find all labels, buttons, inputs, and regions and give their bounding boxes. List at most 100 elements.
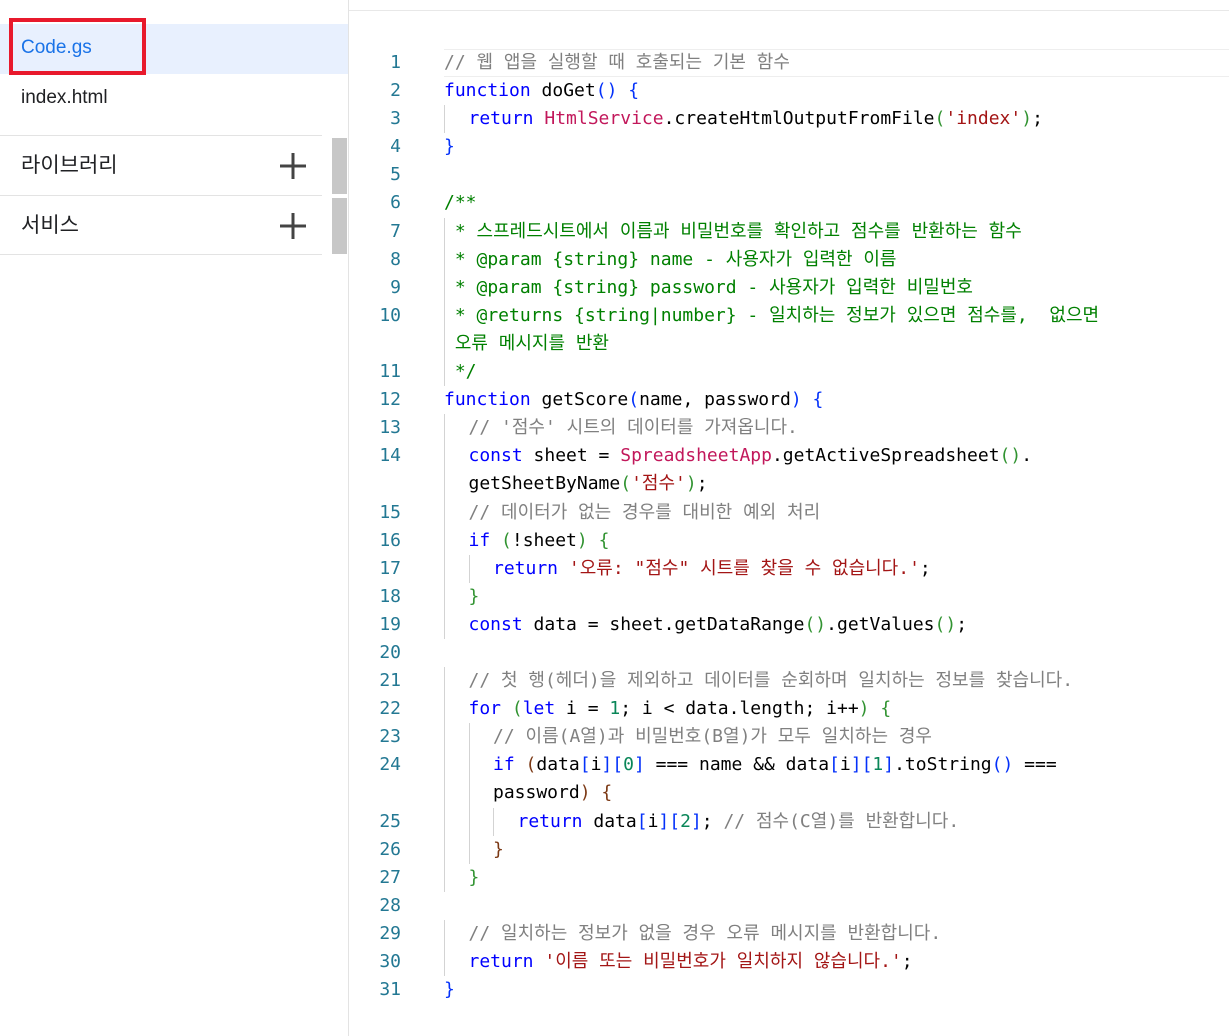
code-token: '오류: "점수" 시트를 찾을 수 없습니다.' — [568, 557, 920, 579]
indent-guide — [444, 526, 445, 555]
indent-guide — [468, 807, 470, 836]
code-line[interactable]: 22 for (let i = 1; i < data.length; i++) … — [349, 695, 1229, 724]
code-line[interactable]: 3 return HtmlService.createHtmlOutputFrom… — [349, 105, 1229, 134]
code-text: return '오류: "점수" 시트를 찾을 수 없습니다.'; — [493, 555, 931, 583]
sidebar-scrollbar[interactable] — [332, 198, 347, 254]
code-line[interactable]: 4} — [349, 133, 1229, 161]
code-token: ) — [1021, 108, 1033, 130]
code-line[interactable]: getSheetByName('점수'); — [349, 470, 1229, 499]
code-token: return — [468, 108, 534, 130]
code-token: ( — [501, 529, 512, 551]
code-token: '점수' — [631, 473, 686, 495]
code-line[interactable]: 19 const data = sheet.getDataRange().getV… — [349, 610, 1229, 639]
code-line[interactable]: 16 if (!sheet) { — [349, 526, 1229, 555]
code-line[interactable]: 10 * @returns {string|number} - 일치하는 정보가… — [349, 301, 1229, 330]
code-line[interactable]: 9 * @param {string} password - 사용자가 입력한 … — [349, 273, 1229, 302]
code-text: 오류 메시지를 반환 — [444, 330, 609, 358]
code-line[interactable]: 24 if (data[i][0] === name && data[i][1].… — [349, 751, 1229, 780]
indent-guide — [493, 807, 494, 836]
code-token: // 이름(A열)과 비밀번호(B열)가 모두 일치하는 경우 — [493, 726, 932, 748]
code-line[interactable]: password) { — [349, 779, 1229, 808]
code-line[interactable]: 6 /** — [349, 189, 1229, 217]
code-text: for (let i = 1; i < data.length; i++) { — [469, 695, 892, 723]
code-token: ; — [919, 557, 931, 579]
code-line[interactable]: 7 * 스프레드시트에서 이름과 비밀번호를 확인하고 점수를 반환하는 함수 — [349, 217, 1229, 246]
code-line[interactable]: 20 — [349, 639, 1229, 667]
line-number: 26 — [379, 838, 401, 860]
add-service-button[interactable] — [275, 209, 311, 243]
code-token: ] — [883, 754, 895, 776]
plus-icon — [280, 213, 306, 239]
code-line[interactable]: 5 — [349, 161, 1229, 189]
code-token: // 점수(C열)를 반환합니다. — [723, 810, 960, 832]
code-line[interactable]: 30 return '이름 또는 비밀번호가 일치하지 않습니다.'; — [349, 948, 1229, 977]
code-line[interactable]: 13 // '점수' 시트의 데이터를 가져옵니다. — [349, 414, 1229, 443]
sidebar-scrollbar[interactable] — [332, 138, 347, 194]
code-line[interactable]: 23 // 이름(A열)과 비밀번호(B열)가 모두 일치하는 경우 — [349, 723, 1229, 752]
code-line[interactable]: 2 function doGet() { — [349, 77, 1229, 105]
code-line[interactable]: 17 return '오류: "점수" 시트를 찾을 수 없습니다.'; — [349, 554, 1229, 583]
code-line[interactable]: 25 return data[i][2]; // 점수(C열)를 반환합니다. — [349, 807, 1229, 836]
code-text: /** — [444, 189, 477, 217]
code-token: ( — [620, 473, 632, 495]
code-token: () — [595, 80, 618, 102]
code-line[interactable]: 14 const sheet = SpreadsheetApp.getActive… — [349, 442, 1229, 471]
code-line[interactable]: 8 * @param {string} name - 사용자가 입력한 이름 — [349, 245, 1229, 274]
code-line[interactable]: 28 — [349, 892, 1229, 920]
code-text: return '이름 또는 비밀번호가 일치하지 않습니다.'; — [469, 948, 913, 976]
indent-guide — [444, 273, 445, 302]
code-text: * 스프레드시트에서 이름과 비밀번호를 확인하고 점수를 반환하는 함수 — [444, 218, 1022, 246]
indent-guide — [444, 779, 445, 808]
indent-guide — [444, 695, 445, 724]
code-line[interactable]: 29 // 일치하는 정보가 없을 경우 오류 메시지를 반환합니다. — [349, 919, 1229, 948]
code-token: ] — [850, 754, 862, 776]
file-item-code-gs[interactable]: Code.gs — [0, 24, 348, 74]
code-token: ; i < data.length; i++ — [620, 698, 859, 720]
code-line[interactable]: 1 // 웹 앱을 실행할 때 호출되는 기본 함수 — [349, 49, 1229, 78]
code-line[interactable]: 11 */ — [349, 358, 1229, 387]
line-number: 10 — [379, 304, 401, 326]
indent-guide — [444, 329, 445, 359]
code-token: ( — [628, 389, 640, 411]
code-token: function — [444, 389, 531, 411]
code-token: { — [598, 529, 610, 551]
code-line[interactable]: 26} — [349, 835, 1229, 864]
code-editor[interactable]: 1 // 웹 앱을 실행할 때 호출되는 기본 함수 2 function doGet… — [349, 0, 1229, 1036]
line-number: 15 — [379, 501, 401, 523]
code-token: // 첫 행(헤더)을 제외하고 데이터를 순회하며 일치하는 정보를 찾습니다… — [468, 670, 1074, 692]
code-line[interactable]: 15 // 데이터가 없는 경우를 대비한 예외 처리 — [349, 498, 1229, 527]
code-text: return data[i][2]; // 점수(C열)를 반환합니다. — [518, 808, 960, 836]
line-number: 4 — [390, 136, 401, 158]
code-token: [ — [612, 754, 624, 776]
code-token: // '점수' 시트의 데이터를 가져옵니다. — [468, 417, 798, 439]
code-token: i — [839, 754, 851, 776]
code-line[interactable]: 12 function getScore(name, password) { — [349, 386, 1229, 414]
code-line[interactable]: 27} — [349, 863, 1229, 892]
code-token: [ — [829, 754, 840, 776]
code-line[interactable]: 21 // 첫 행(헤더)을 제외하고 데이터를 순회하며 일치하는 정보를 찾습… — [349, 667, 1229, 696]
indent-guide — [444, 470, 445, 499]
code-token: const — [468, 445, 523, 467]
plus-icon — [280, 153, 306, 179]
code-token: .toString — [894, 754, 992, 776]
indent-guide — [468, 835, 470, 864]
file-item-index-html[interactable]: index.html — [0, 74, 348, 122]
code-text: if (data[i][0] === name && data[i][1].to… — [493, 751, 1057, 779]
line-number: 21 — [379, 670, 401, 692]
code-token: name, password — [639, 389, 791, 411]
file-name: index.html — [21, 87, 108, 108]
libraries-label: 라이브러리 — [21, 153, 118, 177]
add-library-button[interactable] — [275, 149, 311, 183]
code-view[interactable]: 1 // 웹 앱을 실행할 때 호출되는 기본 함수 2 function doGet… — [349, 49, 1229, 1004]
code-token: } — [468, 866, 480, 888]
code-line[interactable]: 31} — [349, 976, 1229, 1004]
indent-guide — [444, 723, 445, 752]
code-line[interactable]: 18} — [349, 582, 1229, 611]
line-number: 20 — [379, 641, 401, 663]
indent-guide — [444, 414, 445, 443]
code-text: // '점수' 시트의 데이터를 가져옵니다. — [469, 414, 798, 442]
code-token: ) — [858, 698, 870, 720]
code-line[interactable]: 오류 메시지를 반환 — [349, 329, 1229, 359]
code-token: () — [991, 754, 1014, 776]
